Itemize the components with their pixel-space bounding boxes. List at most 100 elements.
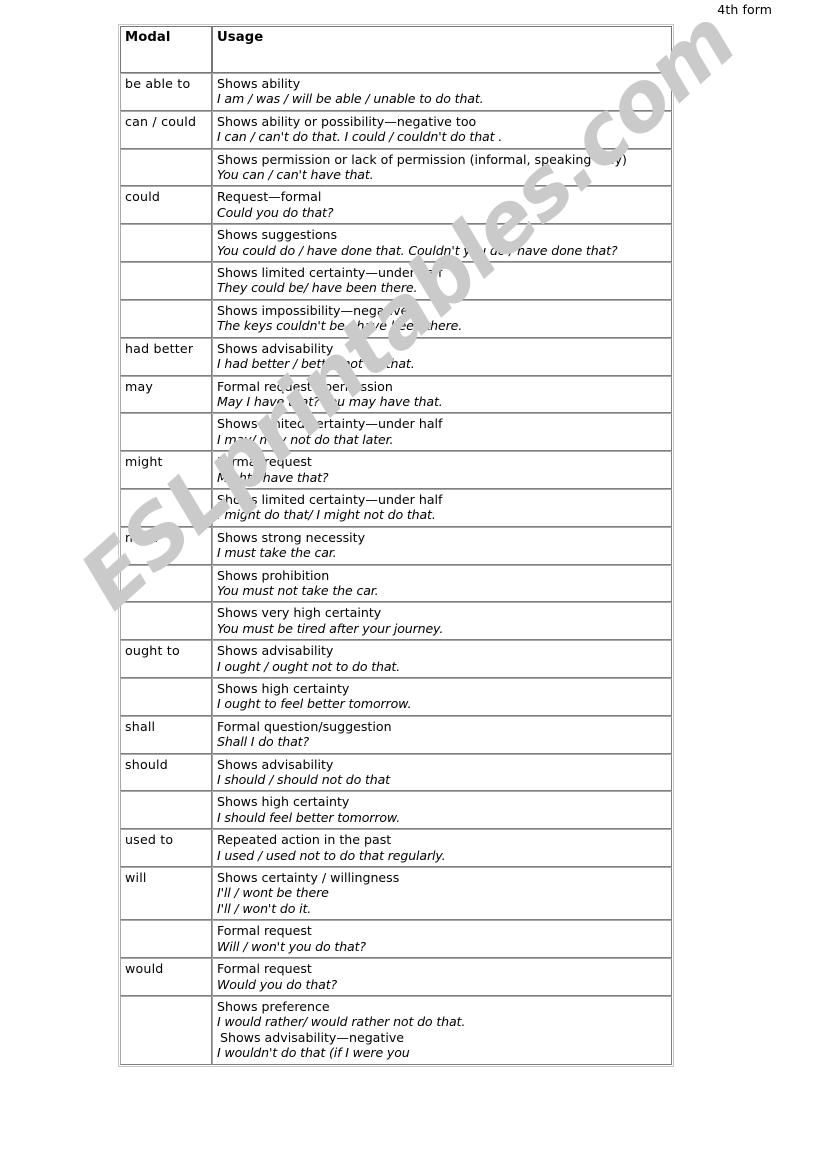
table-row: had better Shows advisability I had better… <box>120 337 672 376</box>
usage-cell: Shows impossibility—negative The keys cou… <box>212 299 672 338</box>
usage-cell: Shows strong necessity I must take the ca… <box>212 526 672 565</box>
usage-description-line: Shows prohibition <box>217 567 330 583</box>
usage-description-line: Formal question/suggestion <box>217 718 392 734</box>
table-row: will Shows certainty / willingness I'll / … <box>120 867 672 921</box>
column-header-usage-label: Usage <box>217 30 264 45</box>
usage-example-line: I must take the car. <box>217 545 337 561</box>
table-row: Shows high certainty I should feel better… <box>120 791 672 830</box>
usage-description-line: Shows permission or lack of permission (… <box>217 151 627 167</box>
usage-example-line: I should feel better tomorrow. <box>217 809 401 825</box>
table-row: Shows limited certainty—under half I migh… <box>120 488 672 527</box>
modal-cell-text: will <box>125 870 147 886</box>
usage-example-line: You can / can't have that. <box>217 167 374 183</box>
usage-cell: Request—formal Could you do that? <box>212 186 672 225</box>
usage-example-line: Will / won't you do that? <box>217 938 366 954</box>
usage-example-line: I used / used not to do that regularly. <box>217 847 446 863</box>
usage-description-line: Request—formal <box>217 189 322 205</box>
modal-cell <box>120 413 212 452</box>
table-row: used to Repeated action in the past I used… <box>120 829 672 868</box>
modal-cell-text: used to <box>125 832 174 848</box>
modal-cell <box>120 148 212 187</box>
modal-cell <box>120 995 212 1065</box>
table-header-row: Modal Usage <box>120 26 672 73</box>
table-row: must Shows strong necessity I must take th… <box>120 526 672 565</box>
table-row: Formal request Will / won't you do that? <box>120 920 672 959</box>
usage-example-line: May I have that? You may have that. <box>217 393 443 409</box>
usage-cell: Shows permission or lack of permission (… <box>212 148 672 187</box>
table-row: Shows permission or lack of permission (… <box>120 148 672 187</box>
modal-cell: can / could <box>120 110 212 149</box>
modal-cell <box>120 791 212 830</box>
usage-description-line: Shows advisability <box>217 340 334 356</box>
usage-description-line: Shows high certainty <box>217 794 350 810</box>
table-row: Shows very high certainty You must be tir… <box>120 602 672 641</box>
table-row: shall Formal question/suggestion Shall I d… <box>120 715 672 754</box>
table-row: Shows limited certainty—under half I may/… <box>120 413 672 452</box>
usage-example-line: They could be/ have been there. <box>217 280 418 296</box>
modal-cell: should <box>120 753 212 792</box>
usage-description-line: Shows suggestions <box>217 227 338 243</box>
modal-cell-text: be able to <box>125 76 191 91</box>
modal-cell <box>120 602 212 641</box>
usage-cell: Shows high certainty I should feel better… <box>212 791 672 830</box>
modal-cell: may <box>120 375 212 414</box>
usage-example-line: I am / was / will be able / unable to do… <box>217 91 484 107</box>
usage-cell: Shows ability or possibility—negative to… <box>212 110 672 149</box>
usage-cell: Shows high certainty I ought to feel bett… <box>212 678 672 716</box>
modal-cell: had better <box>120 337 212 376</box>
usage-description-line: Shows very high certainty <box>217 605 382 621</box>
usage-description-line: Shows preference <box>217 998 330 1014</box>
usage-description-line: Shows advisability—negative <box>220 1029 405 1045</box>
usage-cell: Shows preference I would rather/ would ra… <box>212 995 672 1065</box>
table-row: Shows impossibility—negative The keys cou… <box>120 299 672 338</box>
column-header-usage: Usage <box>212 26 672 73</box>
modal-cell-text: can / could <box>125 113 197 129</box>
table-row: should Shows advisability I should / shoul… <box>120 753 672 792</box>
modal-cell <box>120 920 212 959</box>
modal-cell: could <box>120 186 212 225</box>
usage-cell: Repeated action in the past I used / used… <box>212 829 672 868</box>
modal-cell-text: may <box>125 378 154 394</box>
table-row: might Formal request Might I have that? <box>120 451 672 489</box>
usage-cell: Shows advisability I ought / ought not to… <box>212 640 672 678</box>
usage-example-line: You could do / have done that. Couldn't … <box>217 242 618 258</box>
usage-example-line: You must not take the car. <box>217 582 379 598</box>
usage-example-line: You must be tired after your journey. <box>217 620 444 636</box>
modal-cell <box>120 564 212 603</box>
usage-example-line: Could you do that? <box>217 204 334 220</box>
modal-cell-text: shall <box>125 718 156 734</box>
modal-cell: be able to <box>120 73 212 111</box>
modal-usage-table: Modal Usage be able to Shows ability I am … <box>120 26 672 1065</box>
table-row: could Request—formal Could you do that? <box>120 186 672 225</box>
usage-example-line: I should / should not do that <box>217 772 390 788</box>
usage-example-line: I ought to feel better tomorrow. <box>217 696 412 712</box>
usage-example-line: I may/ may not do that later. <box>217 431 394 447</box>
modal-cell-text: ought to <box>125 643 180 659</box>
modal-cell: used to <box>120 829 212 868</box>
usage-example-line: The keys couldn't be / have been there. <box>217 318 463 334</box>
usage-cell: Shows advisability I should / should not … <box>212 753 672 792</box>
usage-example-line: I might do that/ I might not do that. <box>217 507 436 523</box>
usage-cell: Shows limited certainty—under half I migh… <box>212 488 672 527</box>
usage-description-line: Shows limited certainty—under half <box>217 416 443 432</box>
modal-cell <box>120 678 212 716</box>
usage-example-line: I'll / won't do it. <box>217 900 312 916</box>
usage-description-line: Shows advisability <box>217 643 334 659</box>
page-header-form-label: 4th form <box>717 2 772 17</box>
usage-cell: Shows limited certainty—under half They c… <box>212 262 672 300</box>
modal-cell-text: should <box>125 756 168 772</box>
usage-example-line: I would rather/ would rather not do that… <box>217 1014 466 1030</box>
usage-cell: Shows certainty / willingness I'll / wont… <box>212 867 672 921</box>
usage-description-line: Shows advisability <box>217 756 334 772</box>
modal-usage-table-container: Modal Usage be able to Shows ability I am … <box>118 24 674 1067</box>
usage-description-line: Shows limited certainty—under half <box>217 491 443 507</box>
modal-cell-text: must <box>125 529 158 545</box>
usage-cell: Shows ability I am / was / will be able /… <box>212 73 672 111</box>
table-row: Shows suggestions You could do / have don… <box>120 224 672 263</box>
usage-description-line: Shows strong necessity <box>217 529 366 545</box>
table-row: Shows prohibition You must not take the c… <box>120 564 672 603</box>
table-row: may Formal request / permission May I have… <box>120 375 672 414</box>
usage-description-line: Repeated action in the past <box>217 832 392 848</box>
usage-description-line: Shows limited certainty—under half <box>217 265 443 281</box>
table-row: can / could Shows ability or possibility—… <box>120 110 672 149</box>
